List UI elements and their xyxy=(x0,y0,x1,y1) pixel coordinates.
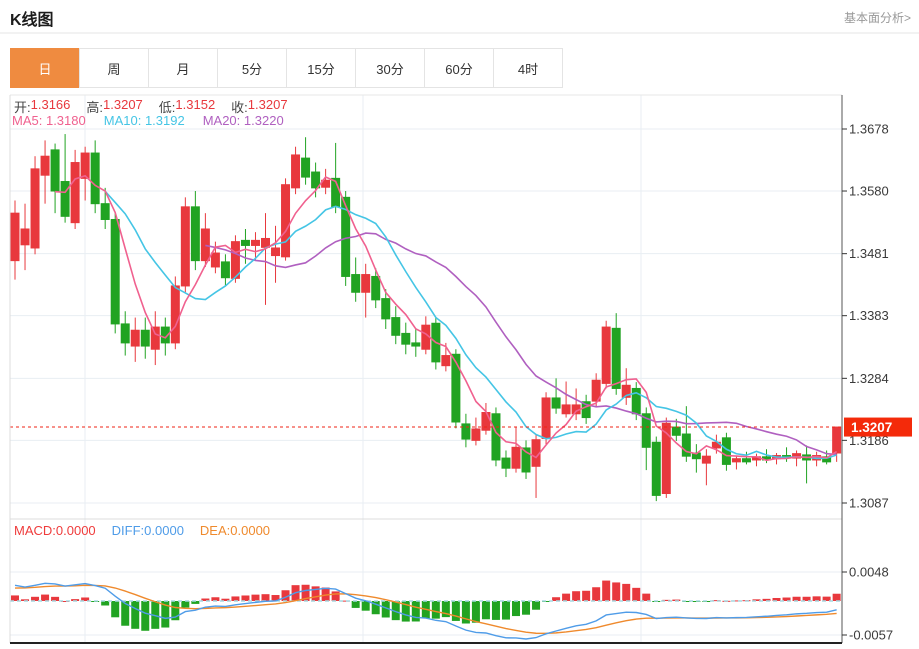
macd-axis-tick-label: 0.0048 xyxy=(849,565,889,580)
ma5-label: MA5: xyxy=(12,113,43,128)
tab-month[interactable]: 月 xyxy=(148,48,218,88)
page-title: K线图 xyxy=(10,12,54,29)
y-axis-tick-label: 1.3678 xyxy=(849,122,889,137)
candlesticks xyxy=(10,134,842,502)
macd-histogram xyxy=(11,580,841,631)
tab-h4[interactable]: 4时 xyxy=(493,48,563,88)
tab-m30[interactable]: 30分 xyxy=(355,48,425,88)
current-price-badge: 1.3207 xyxy=(844,417,912,437)
ma10-line xyxy=(104,190,837,460)
tab-week[interactable]: 周 xyxy=(79,48,149,88)
macd-info-row: MACD:0.0000 DIFF:0.0000 DEA:0.0000 xyxy=(14,523,286,538)
ma20-line xyxy=(205,232,837,456)
dea-label: DEA: xyxy=(199,523,231,538)
tab-m5[interactable]: 5分 xyxy=(217,48,287,88)
period-tab-bar: 日周月 5分 15分 30分 60分 4时 xyxy=(10,48,563,88)
y-axis-tick-label: 1.3580 xyxy=(849,184,889,199)
fundamental-analysis-link[interactable]: 基本面分析> xyxy=(844,9,911,26)
gridlines xyxy=(10,95,842,643)
tab-m15[interactable]: 15分 xyxy=(286,48,356,88)
ma20-value: 1.3220 xyxy=(243,113,284,128)
ma20-label: MA20: xyxy=(202,113,241,128)
y-axis-tick-label: 1.3481 xyxy=(849,246,889,261)
macd-axis-tick-label: -0.0057 xyxy=(849,628,893,643)
ma10-value: 1.3192 xyxy=(144,113,185,128)
ma10-label: MA10: xyxy=(103,113,142,128)
borders xyxy=(9,94,843,644)
ma5-value: 1.3180 xyxy=(45,113,86,128)
tab-m60[interactable]: 60分 xyxy=(424,48,494,88)
macd-label: MACD: xyxy=(14,523,56,538)
y-axis-tick-label: 1.3284 xyxy=(849,371,889,386)
y-axis: 1.36781.35801.34811.33831.32841.31861.30… xyxy=(842,122,893,643)
dea-value: 0.0000 xyxy=(230,523,271,538)
diff-label: DIFF: xyxy=(111,523,145,538)
diff-value: 0.0000 xyxy=(144,523,184,538)
ma-info-row: MA5: 1.3180 MA10: 1.3192 MA20: 1.3220 xyxy=(12,113,302,128)
tab-day[interactable]: 日 xyxy=(10,48,80,88)
current-price-value: 1.3207 xyxy=(851,420,892,435)
y-axis-tick-label: 1.3383 xyxy=(849,308,889,323)
macd-value: 0.0000 xyxy=(55,523,96,538)
y-axis-tick-label: 1.3087 xyxy=(849,496,889,511)
